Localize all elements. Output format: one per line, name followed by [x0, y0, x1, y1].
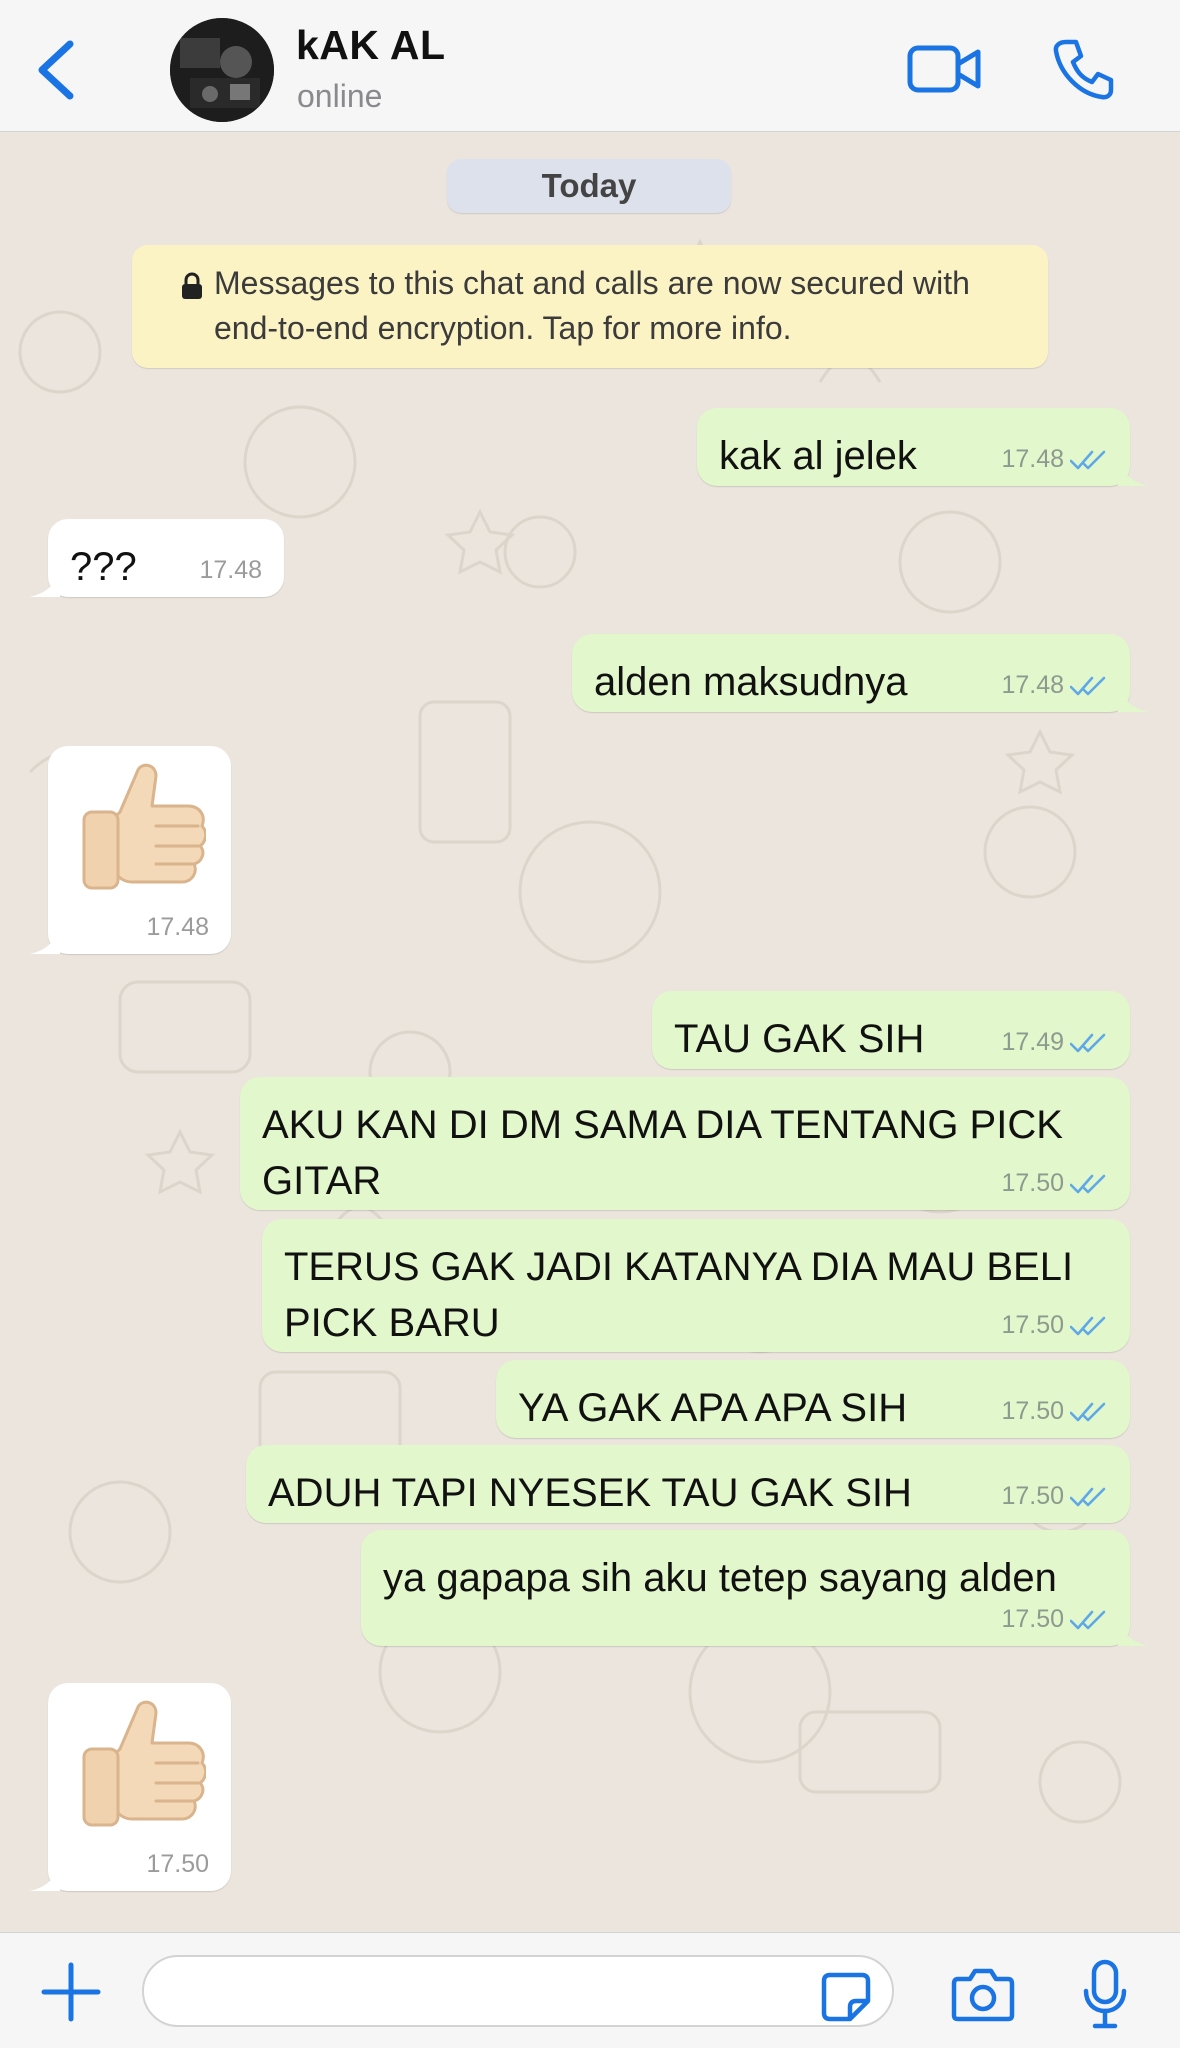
message-time: 17.50 [1001, 1397, 1064, 1425]
message-meta: 17.50 [1001, 1482, 1108, 1511]
microphone-icon [1083, 1959, 1127, 2029]
message-meta: 17.50 [1001, 1605, 1108, 1634]
message-text: alden maksudnya [594, 660, 908, 704]
message-time: 17.48 [1001, 671, 1064, 699]
message-time: 17.49 [1001, 1028, 1064, 1056]
message-text: ADUH TAPI NYESEK TAU GAK SIH [268, 1471, 912, 1515]
thumbs-up-icon [76, 760, 206, 900]
back-button[interactable] [28, 30, 88, 110]
message-meta: 17.50 [1001, 1169, 1108, 1198]
sticker-icon [821, 1972, 871, 2022]
message-bubble-incoming-emoji[interactable]: 17.48 [30, 746, 231, 954]
camera-button[interactable] [950, 1967, 1016, 2023]
message-time: 17.50 [1001, 1605, 1064, 1633]
message-bubble-outgoing[interactable]: AKU KAN DI DM SAMA DIA TENTANG PICK GITA… [240, 1077, 1130, 1210]
message-bubble-outgoing[interactable]: kak al jelek 17.48 [697, 408, 1148, 486]
message-bubble-outgoing[interactable]: YA GAK APA APA SIH 17.50 [496, 1360, 1130, 1438]
message-meta: 17.50 [1001, 1311, 1108, 1340]
contact-status: online [297, 78, 383, 114]
bubble-tail [1118, 1616, 1148, 1646]
thumbs-up-icon [76, 1697, 206, 1837]
double-check-icon [1070, 449, 1108, 471]
message-time: 17.48 [146, 913, 209, 941]
contact-name[interactable]: kAK AL [296, 22, 446, 69]
message-bubble-incoming-emoji[interactable]: 17.50 [30, 1683, 231, 1891]
message-bubble-outgoing[interactable]: ADUH TAPI NYESEK TAU GAK SIH 17.50 [246, 1445, 1130, 1523]
bubble-tail [30, 924, 60, 954]
encryption-notice[interactable]: Messages to this chat and calls are now … [132, 245, 1048, 368]
message-meta: 17.50 [146, 1850, 209, 1879]
lock-icon [182, 272, 202, 299]
plus-icon [41, 1962, 101, 2022]
message-meta: 17.48 [199, 556, 262, 585]
chevron-left-icon [38, 40, 74, 100]
message-text: ??? [70, 545, 137, 589]
message-bubble-outgoing[interactable]: TERUS GAK JADI KATANYA DIA MAU BELI PICK… [262, 1219, 1130, 1352]
message-bubble-incoming[interactable]: ??? 17.48 [30, 519, 284, 597]
message-bubble-outgoing[interactable]: TAU GAK SIH 17.49 [652, 991, 1130, 1069]
double-check-icon [1070, 1609, 1108, 1631]
bubble-tail [30, 567, 60, 597]
message-text: TAU GAK SIH [674, 1017, 925, 1061]
message-meta: 17.50 [1001, 1397, 1108, 1426]
date-chip: Today [447, 159, 731, 213]
double-check-icon [1070, 1315, 1108, 1337]
chat-area[interactable]: Today Messages to this chat and calls ar… [0, 132, 1180, 1932]
message-meta: 17.48 [146, 913, 209, 942]
message-bubble-outgoing[interactable]: alden maksudnya 17.48 [572, 634, 1148, 712]
double-check-icon [1070, 1401, 1108, 1423]
message-meta: 17.48 [1001, 671, 1108, 700]
message-time: 17.48 [1001, 445, 1064, 473]
message-text: YA GAK APA APA SIH [518, 1386, 908, 1430]
video-camera-icon [907, 45, 981, 93]
message-text: AKU KAN DI DM SAMA DIA TENTANG PICK GITA… [262, 1103, 1075, 1203]
double-check-icon [1070, 1032, 1108, 1054]
microphone-button[interactable] [1082, 1959, 1128, 2031]
message-input[interactable] [142, 1955, 894, 2027]
bubble-tail [1118, 456, 1148, 486]
sticker-button[interactable] [820, 1971, 872, 2023]
message-meta: 17.49 [1001, 1028, 1108, 1057]
message-time: 17.50 [1001, 1482, 1064, 1510]
message-text: kak al jelek [719, 434, 917, 478]
chat-header: kAK AL online [0, 0, 1180, 132]
message-meta: 17.48 [1001, 445, 1108, 474]
message-time: 17.50 [1001, 1169, 1064, 1197]
bubble-tail [30, 1861, 60, 1891]
message-bubble-outgoing[interactable]: ya gapapa sih aku tetep sayang alden 17.… [361, 1530, 1148, 1646]
bubble-tail [1118, 682, 1148, 712]
camera-icon [951, 1968, 1015, 2022]
message-time: 17.50 [146, 1850, 209, 1878]
message-text: ya gapapa sih aku tetep sayang alden [383, 1556, 1057, 1600]
double-check-icon [1070, 675, 1108, 697]
message-input-bar [0, 1932, 1180, 2048]
double-check-icon [1070, 1173, 1108, 1195]
video-call-button[interactable] [906, 36, 984, 100]
avatar-photo [170, 18, 274, 122]
double-check-icon [1070, 1486, 1108, 1508]
attach-button[interactable] [40, 1961, 102, 2023]
avatar[interactable] [170, 18, 274, 122]
message-time: 17.48 [199, 556, 262, 584]
voice-call-button[interactable] [1048, 34, 1118, 104]
encryption-notice-text: Messages to this chat and calls are now … [214, 265, 970, 346]
phone-icon [1053, 39, 1114, 100]
message-text: TERUS GAK JADI KATANYA DIA MAU BELI PICK… [284, 1245, 1085, 1345]
message-time: 17.50 [1001, 1311, 1064, 1339]
